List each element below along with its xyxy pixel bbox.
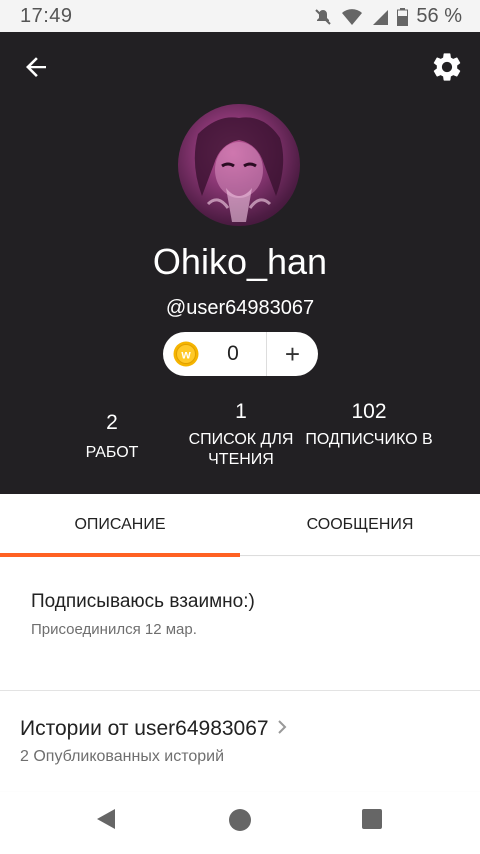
- stat-reading-list[interactable]: 1 СПИСОК ДЛЯ ЧТЕНИЯ: [176, 400, 306, 470]
- add-coins-button[interactable]: +: [267, 332, 318, 376]
- tab-messages-label: СООБЩЕНИЯ: [306, 516, 414, 533]
- stat-works[interactable]: 2 РАБОТ: [62, 411, 162, 463]
- stat-followers-label: ПОДПИСЧИКО В: [305, 431, 433, 448]
- wattpad-coin-icon: w: [173, 341, 199, 367]
- svg-text:w: w: [180, 348, 191, 362]
- stat-followers-value: 102: [351, 400, 387, 423]
- wifi-icon: [341, 8, 363, 26]
- tab-description[interactable]: ОПИСАНИЕ: [0, 494, 240, 557]
- profile-tabs: ОПИСАНИЕ СООБЩЕНИЯ: [0, 494, 480, 557]
- stories-count: 2 Опубликованных историй: [20, 748, 225, 765]
- system-nav-bar: [0, 792, 480, 854]
- stat-reading-list-value: 1: [235, 400, 247, 423]
- stat-works-value: 2: [106, 411, 118, 434]
- about-section: Подписываюсь взаимно:) Присоединился 12 …: [0, 557, 480, 691]
- nav-recents-icon[interactable]: [362, 809, 382, 829]
- user-handle: @user64983067: [165, 297, 315, 319]
- nav-home-icon[interactable]: [229, 809, 251, 831]
- chevron-right-icon: [277, 717, 287, 741]
- nav-back-icon[interactable]: [96, 808, 116, 835]
- stories-section: Истории от user64983067 2 Опубликованных…: [0, 691, 480, 791]
- stories-link[interactable]: Истории от user64983067: [20, 717, 287, 741]
- stat-reading-list-label: СПИСОК ДЛЯ ЧТЕНИЯ: [188, 431, 294, 468]
- stat-works-label: РАБОТ: [85, 444, 139, 461]
- signal-icon: [371, 8, 389, 26]
- coins-pill: w 0 +: [163, 332, 318, 376]
- coin-balance: 0: [227, 342, 239, 365]
- joined-date: Присоединился 12 мар.: [31, 621, 197, 638]
- about-text: Подписываюсь взаимно:): [31, 591, 255, 612]
- status-bar: 17:49 56 %: [0, 0, 480, 32]
- status-time: 17:49: [20, 5, 73, 27]
- tab-description-label: ОПИСАНИЕ: [74, 516, 166, 533]
- tab-messages[interactable]: СООБЩЕНИЯ: [240, 494, 480, 556]
- mute-notification-icon: [313, 7, 333, 27]
- stat-followers[interactable]: 102 ПОДПИСЧИКО В: [304, 400, 434, 450]
- stories-title: Истории от user64983067: [20, 717, 269, 740]
- profile-header: Ohiko_han @user64983067 w 0 + 2 РАБОТ 1 …: [0, 32, 480, 494]
- username: Ohiko_han: [152, 241, 328, 282]
- avatar[interactable]: [178, 104, 300, 226]
- status-icons: 56 %: [313, 5, 462, 28]
- gear-icon[interactable]: [430, 50, 464, 84]
- battery-icon: [397, 7, 409, 26]
- back-arrow-icon[interactable]: [20, 51, 52, 83]
- battery-percent: 56 %: [416, 5, 462, 27]
